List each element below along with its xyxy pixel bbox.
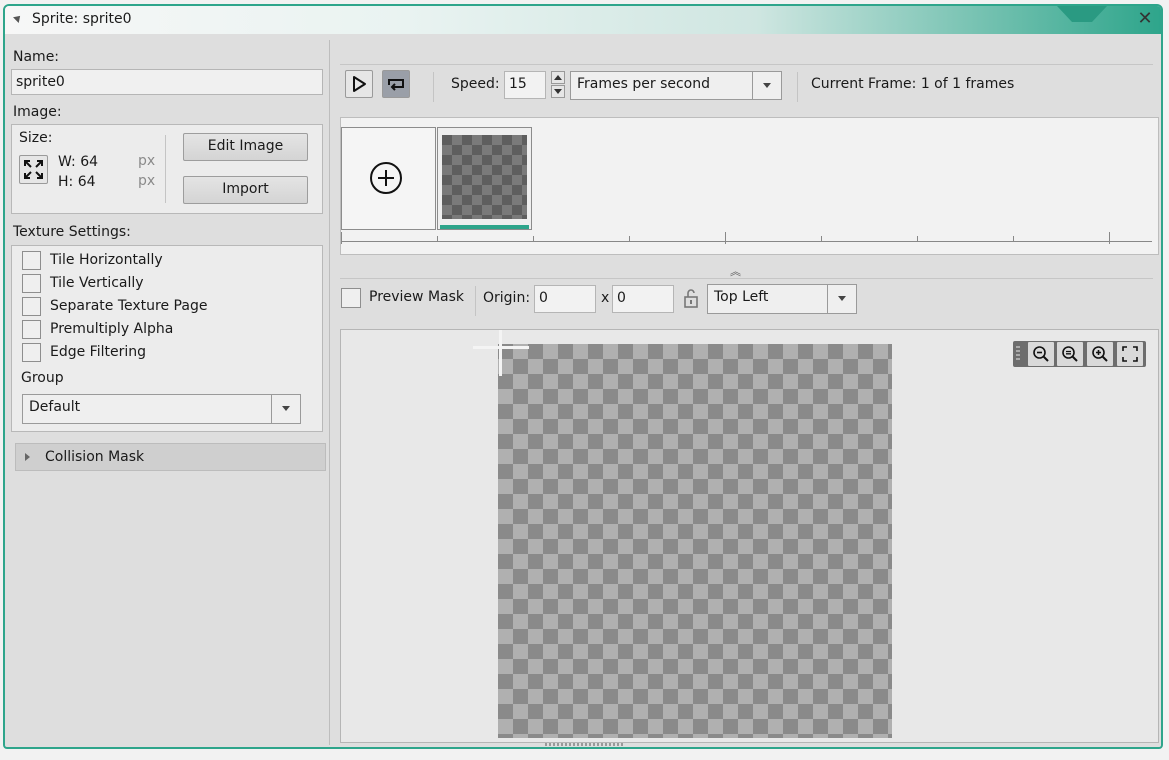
toolbar-separator xyxy=(433,72,434,102)
speed-stepper[interactable] xyxy=(551,71,565,99)
loop-icon xyxy=(388,79,404,91)
import-button[interactable]: Import xyxy=(183,176,308,204)
add-frame-button[interactable] xyxy=(341,127,436,230)
play-icon xyxy=(353,76,366,92)
edge-filtering-checkbox[interactable] xyxy=(22,343,41,362)
fit-screen-icon xyxy=(1122,346,1138,362)
current-frame-text: Current Frame: 1 of 1 frames xyxy=(811,76,1015,92)
zoom-out-icon xyxy=(1033,346,1049,362)
window-title: Sprite: sprite0 xyxy=(32,11,132,27)
tile-vertically-checkbox[interactable] xyxy=(22,274,41,293)
width-value: W: 64 xyxy=(58,154,99,170)
frame-strip xyxy=(340,117,1159,255)
origin-preset-select[interactable]: Top Left xyxy=(707,284,857,314)
speed-unit-select[interactable]: Frames per second xyxy=(570,71,782,100)
image-group: Size: W: 64 H: 64 px px Edit Image Impor… xyxy=(11,124,323,214)
loop-button[interactable] xyxy=(382,70,410,98)
close-icon[interactable]: ✕ xyxy=(1136,10,1154,28)
frame-thumbnail[interactable] xyxy=(437,127,532,230)
title-bar[interactable]: Sprite: sprite0 ✕ xyxy=(5,6,1161,34)
name-label: Name: xyxy=(13,49,60,65)
origin-separator: x xyxy=(601,290,610,306)
frames-panel: Speed: 15 Frames per second Current Fram… xyxy=(330,34,1161,747)
frame-selected-indicator xyxy=(440,225,529,229)
expand-arrow-icon[interactable] xyxy=(25,453,30,461)
edit-image-button[interactable]: Edit Image xyxy=(183,133,308,161)
timeline-tick xyxy=(533,236,534,242)
title-accent xyxy=(1057,6,1107,22)
toolbar-grip-icon[interactable] xyxy=(1016,346,1020,362)
timeline-tick xyxy=(1013,236,1014,242)
toolbar-separator xyxy=(475,286,476,316)
sprite-editor-window: Sprite: sprite0 ✕ Name: sprite0 Image: S… xyxy=(3,4,1163,749)
play-button[interactable] xyxy=(345,70,373,98)
collision-mask-section[interactable]: Collision Mask xyxy=(15,443,326,471)
width-unit: px xyxy=(138,153,156,169)
frame-timeline xyxy=(341,241,1152,242)
origin-label: Origin: xyxy=(483,290,531,306)
size-label: Size: xyxy=(19,130,53,146)
add-frame-icon xyxy=(370,162,402,194)
premultiply-alpha-checkbox[interactable] xyxy=(22,320,41,339)
zoom-in-icon xyxy=(1092,346,1108,362)
zoom-reset-icon xyxy=(1062,346,1078,362)
speed-unit-value: Frames per second xyxy=(577,76,710,92)
timeline-tick xyxy=(917,236,918,242)
timeline-tick xyxy=(437,236,438,242)
stepper-up-icon[interactable] xyxy=(551,71,565,84)
height-value: H: 64 xyxy=(58,174,96,190)
stepper-down-icon[interactable] xyxy=(551,85,565,98)
origin-x-input[interactable]: 0 xyxy=(534,285,596,313)
window-resize-grip[interactable] xyxy=(545,743,625,746)
speed-label: Speed: xyxy=(451,76,500,92)
lock-open-icon[interactable] xyxy=(682,287,700,309)
collapse-strip-icon[interactable]: ︽ xyxy=(730,263,741,279)
chevron-down-icon[interactable] xyxy=(271,395,300,423)
timeline-tick xyxy=(341,232,342,244)
origin-crosshair[interactable] xyxy=(499,330,502,376)
zoom-out-button[interactable] xyxy=(1028,342,1054,366)
height-unit: px xyxy=(138,173,156,189)
checkbox-label: Edge Filtering xyxy=(50,344,147,360)
origin-preset-value: Top Left xyxy=(714,289,769,305)
size-divider xyxy=(165,135,166,203)
sprite-image xyxy=(498,344,892,738)
image-label: Image: xyxy=(13,104,62,120)
name-input[interactable]: sprite0 xyxy=(11,69,323,95)
timeline-tick xyxy=(1109,232,1110,244)
texture-settings-group: Tile Horizontally Tile Vertically Separa… xyxy=(11,245,323,432)
preview-mask-label: Preview Mask xyxy=(369,289,465,305)
toolbar-top-border xyxy=(340,64,1153,65)
checkbox-label: Tile Horizontally xyxy=(50,252,163,268)
checkbox-label: Separate Texture Page xyxy=(50,298,208,314)
timeline-tick xyxy=(821,236,822,242)
collapse-window-icon[interactable] xyxy=(13,13,23,23)
separate-texture-page-checkbox[interactable] xyxy=(22,297,41,316)
origin-y-input[interactable]: 0 xyxy=(612,285,674,313)
group-select-value: Default xyxy=(29,399,81,415)
resize-icon[interactable] xyxy=(19,155,48,184)
chevron-down-icon[interactable] xyxy=(752,72,781,99)
timeline-tick xyxy=(725,232,726,244)
checkbox-label: Premultiply Alpha xyxy=(50,321,174,337)
timeline-tick xyxy=(629,236,630,242)
toolbar-separator xyxy=(797,72,798,102)
group-label: Group xyxy=(21,370,64,386)
zoom-toolbar xyxy=(1013,341,1146,367)
zoom-reset-button[interactable] xyxy=(1057,342,1083,366)
tile-horizontally-checkbox[interactable] xyxy=(22,251,41,270)
speed-input[interactable]: 15 xyxy=(504,71,546,99)
chevron-down-icon[interactable] xyxy=(827,285,856,313)
zoom-in-button[interactable] xyxy=(1087,342,1113,366)
properties-panel: Name: sprite0 Image: Size: W: 64 H: 64 p… xyxy=(9,40,327,745)
collision-mask-label: Collision Mask xyxy=(45,449,145,465)
texture-settings-label: Texture Settings: xyxy=(13,224,131,240)
frame-image xyxy=(442,135,527,219)
fit-screen-button[interactable] xyxy=(1117,342,1143,366)
group-select[interactable]: Default xyxy=(22,394,301,424)
preview-toolbar-border xyxy=(340,278,1153,279)
checkbox-label: Tile Vertically xyxy=(50,275,144,291)
sprite-canvas[interactable] xyxy=(340,329,1159,743)
preview-mask-checkbox[interactable] xyxy=(341,288,361,308)
